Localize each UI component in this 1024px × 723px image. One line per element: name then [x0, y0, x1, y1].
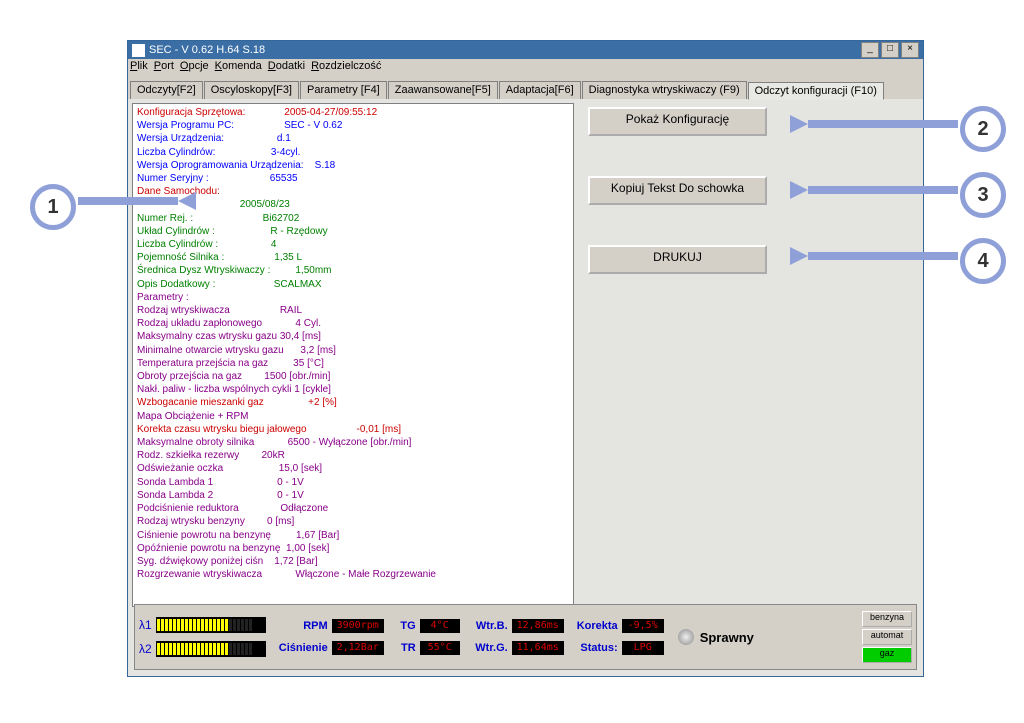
- korekta-value: -9,5%: [622, 619, 664, 633]
- config-line: Maksymalne obroty silnika 6500 - Wyłączo…: [137, 436, 569, 449]
- titlebar[interactable]: SEC - V 0.62 H.64 S.18 _ □ ×: [128, 41, 923, 59]
- callout-4: 4: [960, 238, 1006, 284]
- config-line: Mapa Obciążenie + RPM: [137, 410, 569, 423]
- config-line: Rodz. szkiełka rezerwy 20kR: [137, 449, 569, 462]
- config-line: Wersja Programu PC: SEC - V 0.62: [137, 119, 569, 132]
- config-line: Pojemność Silnika : 1,35 L: [137, 251, 569, 264]
- lambda1-label: λ1: [139, 618, 152, 632]
- config-text-panel: Konfiguracja Sprzętowa: 2005-04-27/09:55…: [132, 103, 574, 607]
- tab[interactable]: Parametry [F4]: [300, 81, 387, 99]
- config-line: Opóźnienie powrotu na benzynę 1,00 [sek]: [137, 542, 569, 555]
- status-led-icon: [678, 629, 694, 645]
- arrow-1: [78, 194, 196, 208]
- wtrg-label: Wtr.G.: [466, 642, 508, 654]
- pressure-value: 2,12Bar: [332, 641, 384, 655]
- callout-2: 2: [960, 106, 1006, 152]
- callout-3: 3: [960, 172, 1006, 218]
- config-line: Sonda Lambda 1 0 - 1V: [137, 476, 569, 489]
- config-line: 2005/08/23: [137, 198, 569, 211]
- config-line: Obroty przejścia na gaz 1500 [obr./min]: [137, 370, 569, 383]
- config-line: Rodzaj wtryskiwacza RAIL: [137, 304, 569, 317]
- wtrg-value: 11,64ms: [512, 641, 564, 655]
- config-line: Rodzaj wtrysku benzyny 0 [ms]: [137, 515, 569, 528]
- show-config-button[interactable]: Pokaż Konfigurację: [588, 107, 767, 136]
- status-value: LPG: [622, 641, 664, 655]
- config-line: Parametry :: [137, 291, 569, 304]
- config-line: Numer Seryjny : 65535: [137, 172, 569, 185]
- tab[interactable]: Zaawansowane[F5]: [388, 81, 498, 99]
- config-line: Minimalne otwarcie wtrysku gazu 3,2 [ms]: [137, 344, 569, 357]
- app-window: SEC - V 0.62 H.64 S.18 _ □ × Plik Port Opc…: [127, 40, 924, 677]
- lambda2-label: λ2: [139, 642, 152, 656]
- tab[interactable]: Oscyloskopy[F3]: [204, 81, 299, 99]
- tg-value: 4°C: [420, 619, 460, 633]
- config-line: Konfiguracja Sprzętowa: 2005-04-27/09:55…: [137, 106, 569, 119]
- menu-item[interactable]: Opcje: [180, 60, 209, 72]
- print-button[interactable]: DRUKUJ: [588, 245, 767, 274]
- tab[interactable]: Odczyt konfiguracji (F10): [748, 82, 884, 100]
- menu-item[interactable]: Dodatki: [268, 60, 305, 72]
- tab-bar: Odczyty[F2]Oscyloskopy[F3]Parametry [F4]…: [128, 79, 923, 99]
- rpm-value: 3900rpm: [332, 619, 384, 633]
- window-title: SEC - V 0.62 H.64 S.18: [149, 41, 859, 59]
- close-button[interactable]: ×: [901, 42, 919, 58]
- config-line: Dane Samochodu:: [137, 185, 569, 198]
- tg-label: TG: [390, 620, 416, 632]
- config-line: Wersja Oprogramowania Urządzenia: S.18: [137, 159, 569, 172]
- menu-item[interactable]: Plik: [130, 60, 148, 72]
- benzyna-button[interactable]: benzyna: [862, 611, 912, 627]
- wtrb-value: 12,86ms: [512, 619, 564, 633]
- config-line: Temperatura przejścia na gaz 35 [°C]: [137, 357, 569, 370]
- config-line: Liczba Cylindrów : 4: [137, 238, 569, 251]
- config-line: Podciśnienie reduktora Odłączone: [137, 502, 569, 515]
- menu-item[interactable]: Komenda: [215, 60, 262, 72]
- arrow-4: [790, 249, 958, 263]
- config-line: Wersja Urządzenia: d.1: [137, 132, 569, 145]
- config-line: Liczba Cylindrów: 3-4cyl.: [137, 146, 569, 159]
- pressure-label: Ciśnienie: [272, 642, 328, 654]
- sprawny-label: Sprawny: [700, 630, 754, 645]
- menubar: Plik Port Opcje Komenda Dodatki Rozdzielczość: [128, 59, 923, 79]
- rpm-label: RPM: [272, 620, 328, 632]
- callout-1: 1: [30, 184, 76, 230]
- gaz-button[interactable]: gaz: [862, 647, 912, 663]
- config-line: Rodzaj układu zapłonowego 4 Cyl.: [137, 317, 569, 330]
- config-line: Opis Dodatkowy : SCALMAX: [137, 278, 569, 291]
- config-line: Rozgrzewanie wtryskiwacza Włączone - Mał…: [137, 568, 569, 581]
- korekta-label: Korekta: [570, 620, 618, 632]
- lambda1-bar: [156, 617, 266, 633]
- arrow-3: [790, 183, 958, 197]
- config-line: Numer Rej. : Bi62702: [137, 212, 569, 225]
- maximize-button[interactable]: □: [881, 42, 899, 58]
- arrow-2: [790, 117, 958, 131]
- lambda2-bar: [156, 641, 266, 657]
- minimize-button[interactable]: _: [861, 42, 879, 58]
- automat-button[interactable]: automat: [862, 629, 912, 645]
- config-line: Nakł. paliw - liczba wspólnych cykli 1 […: [137, 383, 569, 396]
- status-bar: λ1 λ2 RPM3900rpm Ciśnienie2,12Bar TG4°C …: [134, 604, 917, 670]
- config-line: Układ Cylindrów : R - Rzędowy: [137, 225, 569, 238]
- tr-value: 55°C: [420, 641, 460, 655]
- config-line: Korekta czasu wtrysku biegu jałowego -0,…: [137, 423, 569, 436]
- config-line: Maksymalny czas wtrysku gazu 30,4 [ms]: [137, 330, 569, 343]
- config-line: Sonda Lambda 2 0 - 1V: [137, 489, 569, 502]
- copy-text-button[interactable]: Kopiuj Tekst Do schowka: [588, 176, 767, 205]
- tr-label: TR: [390, 642, 416, 654]
- config-line: Ciśnienie powrotu na benzynę 1,67 [Bar]: [137, 529, 569, 542]
- app-icon: [132, 44, 145, 57]
- tab[interactable]: Adaptacja[F6]: [499, 81, 581, 99]
- menu-item[interactable]: Port: [154, 60, 174, 72]
- menu-item[interactable]: Rozdzielczość: [311, 60, 381, 72]
- config-line: Wzbogacanie mieszanki gaz +2 [%]: [137, 396, 569, 409]
- wtrb-label: Wtr.B.: [466, 620, 508, 632]
- tab[interactable]: Odczyty[F2]: [130, 81, 203, 99]
- config-line: Odświeżanie oczka 15,0 [sek]: [137, 462, 569, 475]
- status-label: Status:: [570, 642, 618, 654]
- tab[interactable]: Diagnostyka wtryskiwaczy (F9): [582, 81, 747, 99]
- config-line: Syg. dźwiękowy poniżej ciśn 1,72 [Bar]: [137, 555, 569, 568]
- config-line: Średnica Dysz Wtryskiwaczy : 1,50mm: [137, 264, 569, 277]
